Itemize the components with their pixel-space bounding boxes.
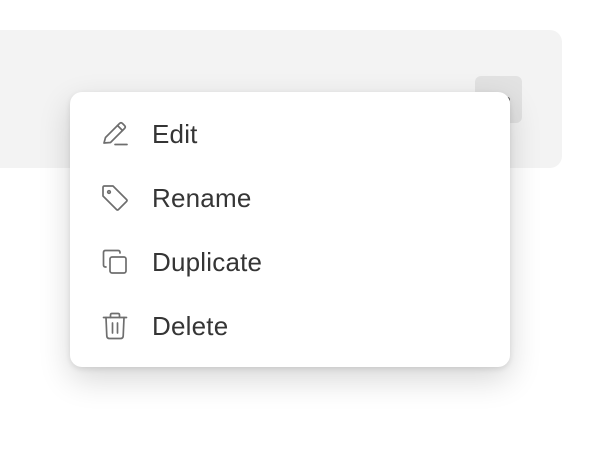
pencil-icon bbox=[98, 117, 132, 151]
trash-icon bbox=[98, 309, 132, 343]
context-menu: Edit Rename Duplicate Delete bbox=[70, 92, 510, 367]
page: Edit Rename Duplicate Delete bbox=[0, 0, 592, 463]
menu-item-duplicate[interactable]: Duplicate bbox=[70, 230, 510, 294]
menu-item-delete[interactable]: Delete bbox=[70, 294, 510, 358]
menu-item-label: Rename bbox=[152, 182, 252, 213]
menu-item-rename[interactable]: Rename bbox=[70, 166, 510, 230]
menu-item-label: Duplicate bbox=[152, 246, 263, 277]
menu-item-label: Edit bbox=[152, 118, 198, 149]
tag-icon bbox=[98, 181, 132, 215]
menu-item-label: Delete bbox=[152, 310, 229, 341]
menu-item-edit[interactable]: Edit bbox=[70, 102, 510, 166]
copy-icon bbox=[98, 245, 132, 279]
